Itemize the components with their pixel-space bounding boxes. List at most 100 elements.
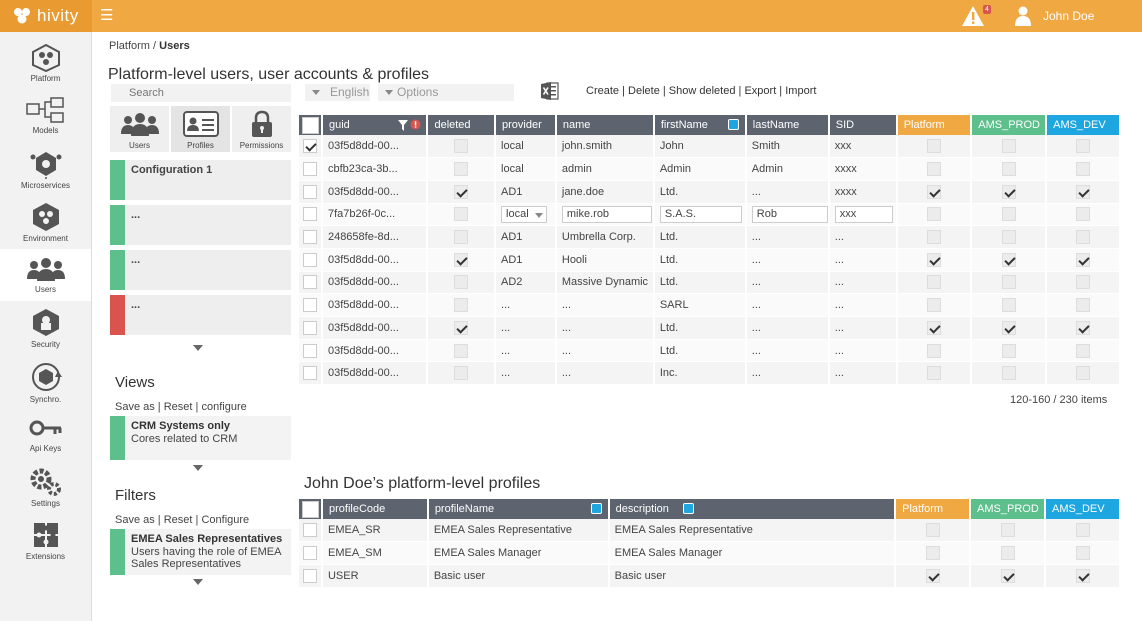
- sidebar-item-users[interactable]: Users: [0, 249, 91, 301]
- ams-prod-checkbox[interactable]: [1000, 546, 1015, 561]
- user-row[interactable]: 03f5d8dd-00... AD1 jane.doe Ltd.... xxxx: [299, 180, 1121, 204]
- deleted-checkbox[interactable]: [454, 139, 469, 154]
- show-deleted-button[interactable]: Show deleted: [669, 85, 736, 97]
- row-select-checkbox[interactable]: [302, 366, 317, 381]
- configuration-item[interactable]: ...: [110, 295, 291, 337]
- alert-circle-icon[interactable]: [410, 119, 421, 130]
- platform-checkbox[interactable]: [926, 275, 941, 290]
- ams-dev-checkbox[interactable]: [1076, 298, 1091, 313]
- export-button[interactable]: Export: [744, 85, 776, 97]
- expand-down-icon[interactable]: [193, 579, 203, 585]
- column-header-deleted[interactable]: deleted: [427, 115, 497, 135]
- ams-prod-checkbox[interactable]: [1001, 139, 1016, 154]
- filters-reset-link[interactable]: Reset: [164, 514, 193, 526]
- import-button[interactable]: Import: [785, 85, 816, 97]
- ams-prod-checkbox[interactable]: [1001, 230, 1016, 245]
- provider-select[interactable]: local: [501, 205, 548, 223]
- ams-prod-checkbox[interactable]: [1001, 343, 1016, 358]
- filters-configure-link[interactable]: Configure: [201, 514, 249, 526]
- ams-dev-checkbox[interactable]: [1076, 275, 1091, 290]
- row-select-checkbox[interactable]: [302, 298, 317, 313]
- user-avatar-icon[interactable]: [1014, 6, 1032, 26]
- platform-checkbox[interactable]: [926, 139, 941, 154]
- platform-checkbox[interactable]: [926, 298, 941, 313]
- create-button[interactable]: Create: [586, 85, 619, 97]
- ams-dev-checkbox[interactable]: [1075, 568, 1090, 583]
- user-row[interactable]: 248658fe-8d... AD1 Umbrella Corp. Ltd......…: [299, 225, 1121, 249]
- row-select-checkbox[interactable]: [302, 275, 317, 290]
- platform-checkbox[interactable]: [926, 366, 941, 381]
- breadcrumb-root[interactable]: Platform: [109, 40, 150, 52]
- ams-prod-checkbox[interactable]: [1000, 523, 1015, 538]
- sidebar-item-settings[interactable]: Settings: [0, 461, 91, 513]
- deleted-checkbox[interactable]: [454, 207, 469, 222]
- ams-dev-checkbox[interactable]: [1076, 139, 1091, 154]
- column-header-provider[interactable]: provider: [495, 115, 557, 135]
- views-configure-link[interactable]: configure: [201, 401, 246, 413]
- column-header-description[interactable]: description: [608, 499, 897, 519]
- row-select-checkbox[interactable]: [302, 252, 317, 267]
- deleted-checkbox[interactable]: [454, 343, 469, 358]
- delete-button[interactable]: Delete: [628, 85, 660, 97]
- column-header-profilecode[interactable]: profileCode: [321, 499, 429, 519]
- column-header-lastname[interactable]: lastName: [745, 115, 830, 135]
- search-input[interactable]: [111, 84, 291, 102]
- ams-dev-checkbox[interactable]: [1075, 546, 1090, 561]
- row-select-checkbox[interactable]: [302, 523, 317, 538]
- view-item[interactable]: CRM Systems only Cores related to CRM: [110, 416, 291, 460]
- column-header-profilename[interactable]: profileName: [427, 499, 610, 519]
- platform-checkbox[interactable]: [926, 343, 941, 358]
- sidebar-item-extensions[interactable]: Extensions: [0, 514, 91, 566]
- column-header-ams-prod[interactable]: AMS_PROD: [970, 499, 1046, 519]
- hamburger-menu-icon[interactable]: ☰: [100, 8, 113, 23]
- platform-checkbox[interactable]: [925, 523, 940, 538]
- column-header-ams-prod[interactable]: AMS_PROD: [971, 115, 1048, 135]
- user-row[interactable]: cbfb23ca-3b... local admin Admin Admin xxxx: [299, 157, 1121, 181]
- select-all-checkbox[interactable]: [302, 116, 319, 134]
- platform-checkbox[interactable]: [926, 230, 941, 245]
- user-row[interactable]: 03f5d8dd-00... AD2 Massive Dynamic Ltd.....…: [299, 271, 1121, 295]
- row-select-checkbox[interactable]: [302, 568, 317, 583]
- platform-checkbox[interactable]: [926, 252, 941, 267]
- ams-dev-checkbox[interactable]: [1075, 523, 1090, 538]
- info-icon[interactable]: [590, 503, 602, 514]
- options-select[interactable]: Options: [378, 84, 514, 101]
- deleted-checkbox[interactable]: [454, 184, 469, 199]
- platform-checkbox[interactable]: [925, 546, 940, 561]
- platform-checkbox[interactable]: [926, 184, 941, 199]
- platform-checkbox[interactable]: [926, 162, 941, 177]
- column-header-name[interactable]: name: [555, 115, 655, 135]
- ams-prod-checkbox[interactable]: [1001, 252, 1016, 267]
- info-icon[interactable]: [682, 503, 694, 514]
- sidebar-item-security[interactable]: Security: [0, 302, 91, 354]
- deleted-checkbox[interactable]: [454, 252, 469, 267]
- views-reset-link[interactable]: Reset: [164, 401, 193, 413]
- platform-checkbox[interactable]: [926, 320, 941, 335]
- row-select-checkbox[interactable]: [302, 207, 317, 222]
- tab-users[interactable]: Users: [110, 106, 169, 152]
- username[interactable]: John Doe: [1043, 9, 1094, 23]
- ams-dev-checkbox[interactable]: [1076, 320, 1091, 335]
- expand-down-icon[interactable]: [193, 345, 203, 351]
- user-row[interactable]: 03f5d8dd-00......... Ltd.......: [299, 339, 1121, 363]
- ams-prod-checkbox[interactable]: [1001, 207, 1016, 222]
- first-name-input[interactable]: S.A.S.: [659, 205, 742, 223]
- row-select-checkbox[interactable]: [302, 162, 317, 177]
- row-select-checkbox[interactable]: [302, 546, 317, 561]
- profile-row[interactable]: EMEA_SR EMEA Sales Representative EMEA Sal…: [299, 519, 1121, 543]
- platform-checkbox[interactable]: [926, 207, 941, 222]
- filter-item[interactable]: EMEA Sales Representatives Users having …: [110, 529, 291, 575]
- platform-checkbox[interactable]: [925, 568, 940, 583]
- excel-icon[interactable]: [540, 81, 560, 101]
- profile-row[interactable]: EMEA_SM EMEA Sales Manager EMEA Sales Mana…: [299, 541, 1121, 565]
- name-input[interactable]: mike.rob: [561, 205, 652, 223]
- tab-profiles[interactable]: Profiles: [171, 106, 230, 152]
- ams-dev-checkbox[interactable]: [1076, 343, 1091, 358]
- configuration-item[interactable]: ...: [110, 250, 291, 292]
- ams-prod-checkbox[interactable]: [1001, 366, 1016, 381]
- ams-prod-checkbox[interactable]: [1000, 568, 1015, 583]
- sidebar-item-microservices[interactable]: Microservices: [0, 143, 91, 195]
- user-row[interactable]: 03f5d8dd-00......... Inc.......: [299, 361, 1121, 386]
- select-all-checkbox[interactable]: [302, 500, 319, 518]
- user-row[interactable]: 03f5d8dd-00......... Ltd.......: [299, 316, 1121, 340]
